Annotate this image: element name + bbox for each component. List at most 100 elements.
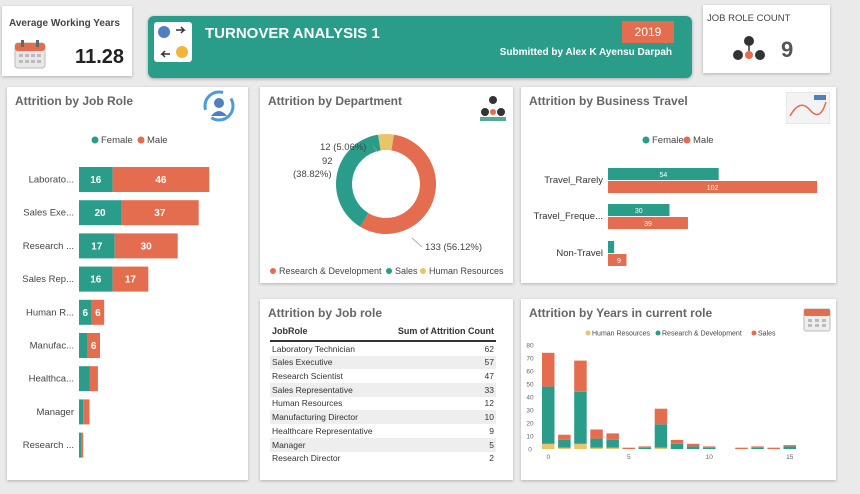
bar-segment xyxy=(654,408,668,425)
category-label: Manufac... xyxy=(30,341,74,352)
bar-segment xyxy=(606,433,619,440)
table-row[interactable]: Manager 5 xyxy=(270,437,496,452)
job-role-table-title: Attrition by Job role xyxy=(268,306,382,320)
row-attrition-count: 57 xyxy=(484,357,494,368)
row-attrition-count: 2 xyxy=(489,453,494,464)
job-role-chart: Female Male Laborato... 16 46 Sales Exe... 2… xyxy=(22,135,210,458)
bar-segment xyxy=(622,447,635,449)
table-header: JobRole Sum of Attrition Count xyxy=(270,326,496,342)
col-attrition-header[interactable]: Sum of Attrition Count xyxy=(398,326,494,336)
row-jobrole: Manufacturing Director xyxy=(272,412,358,423)
bar-female xyxy=(79,366,90,392)
table-row[interactable]: Research Scientist 47 xyxy=(270,369,496,383)
row-jobrole: Human Resources xyxy=(272,398,343,409)
data-label-male: 17 xyxy=(125,275,137,286)
legend-sales-label: Sales xyxy=(758,331,776,338)
bar-female xyxy=(608,241,615,253)
job-role-count-value: 9 xyxy=(781,37,794,62)
job-role-table: JobRole Sum of Attrition Count Laborator… xyxy=(270,326,496,465)
y-tick-label: 10 xyxy=(526,434,534,441)
table-row[interactable]: Research Director 2 xyxy=(270,452,496,466)
bar-segment xyxy=(703,446,716,448)
bar-female xyxy=(79,333,88,358)
data-label-female: 54 xyxy=(659,172,667,179)
y-tick-label: 30 xyxy=(526,408,534,415)
table-row[interactable]: Laboratory Technician 62 xyxy=(270,342,496,356)
data-label-male: 9 xyxy=(617,258,621,265)
legend-female-dot xyxy=(91,136,99,144)
x-tick-label: 10 xyxy=(706,454,714,461)
bar-segment xyxy=(654,424,668,448)
bar-segment xyxy=(574,443,587,449)
col-jobrole-header[interactable]: JobRole xyxy=(272,326,308,336)
avg-working-years-card: Average Working Years 11.28 xyxy=(2,6,132,76)
legend-sales-dot xyxy=(751,330,757,336)
bar-segment xyxy=(638,446,652,448)
row-attrition-count: 33 xyxy=(484,384,494,395)
leader-line-rd xyxy=(411,237,423,248)
category-label: Non-Travel xyxy=(556,248,603,259)
legend-hr-dot xyxy=(420,268,426,274)
job-role-table-card: Attrition by Job role JobRole Sum of Att… xyxy=(260,299,513,480)
bar-segment xyxy=(767,447,780,449)
data-label-female: 6 xyxy=(83,308,89,319)
bar-segment xyxy=(574,360,587,392)
bar-segment xyxy=(542,352,555,387)
data-label-male: 30 xyxy=(141,241,153,252)
data-label-male: 6 xyxy=(91,341,97,352)
row-attrition-count: 9 xyxy=(489,425,494,436)
bar-male xyxy=(89,366,98,392)
category-label: Human R... xyxy=(26,307,74,318)
bar-segment xyxy=(735,447,748,449)
data-label-female: 30 xyxy=(635,208,643,215)
bar-female xyxy=(79,432,82,458)
avg-working-years-value: 11.28 xyxy=(75,46,124,68)
legend-male-label: Male xyxy=(147,135,168,146)
travel-chart-card: Attrition by Business Travel Female Male… xyxy=(521,87,836,283)
legend-hr-dot xyxy=(585,330,591,336)
data-label-male: 39 xyxy=(644,221,652,228)
bar-segment xyxy=(638,447,652,449)
legend-male-dot xyxy=(683,136,691,144)
people-exchange-icon xyxy=(154,22,192,62)
bar-segment xyxy=(751,447,764,449)
row-jobrole: Research Scientist xyxy=(272,371,343,382)
legend-sales-dot xyxy=(386,268,392,274)
job-role-count-card: JOB ROLE COUNT 9 xyxy=(703,5,830,73)
bar-segment xyxy=(686,446,700,449)
table-body: Laboratory Technician 62 Sales Executive 57… xyxy=(270,342,496,465)
row-jobrole: Sales Representative xyxy=(272,384,353,395)
bar-segment xyxy=(670,439,684,444)
years-role-chart: Human Resources Research & Development S… xyxy=(526,330,796,461)
category-label: Travel_Freque... xyxy=(534,211,603,222)
bar-segment xyxy=(558,447,571,449)
slice-label-hr: 12 (5.06%) xyxy=(320,142,366,153)
bar-segment xyxy=(574,391,587,444)
avg-working-years-title: Average Working Years xyxy=(9,18,120,29)
category-label: Healthca... xyxy=(29,374,74,385)
bar-segment xyxy=(654,447,668,449)
bar-segment xyxy=(590,447,603,449)
legend-rd-label: Research & Development xyxy=(662,331,742,338)
bar-segment xyxy=(670,443,684,449)
bar-segment xyxy=(542,443,555,449)
legend-hr-label: Human Resources xyxy=(429,266,504,276)
department-chart-card: Attrition by Department 12 (5.06%) 92 (3… xyxy=(260,87,513,283)
table-row[interactable]: Healthcare Representative 9 xyxy=(270,424,496,438)
legend-male-label: Male xyxy=(693,135,714,146)
data-label-male: 37 xyxy=(154,208,166,219)
table-row[interactable]: Human Resources 12 xyxy=(270,397,496,411)
row-jobrole: Healthcare Representative xyxy=(272,425,373,436)
legend-male-dot xyxy=(137,136,145,144)
table-row[interactable]: Manufacturing Director 10 xyxy=(270,410,496,425)
job-role-chart-card: Attrition by Job Role Female Male Labora… xyxy=(7,87,248,480)
table-row[interactable]: Sales Executive 57 xyxy=(270,355,496,370)
category-label: Research ... xyxy=(23,241,74,252)
category-label: Sales Exe... xyxy=(23,208,74,219)
team-icon xyxy=(731,33,767,72)
category-label: Sales Rep... xyxy=(22,274,74,285)
legend-rd-dot xyxy=(270,268,276,274)
year-badge: 2019 xyxy=(622,21,674,43)
legend-female-label: Female xyxy=(652,135,684,146)
table-row[interactable]: Sales Representative 33 xyxy=(270,383,496,397)
